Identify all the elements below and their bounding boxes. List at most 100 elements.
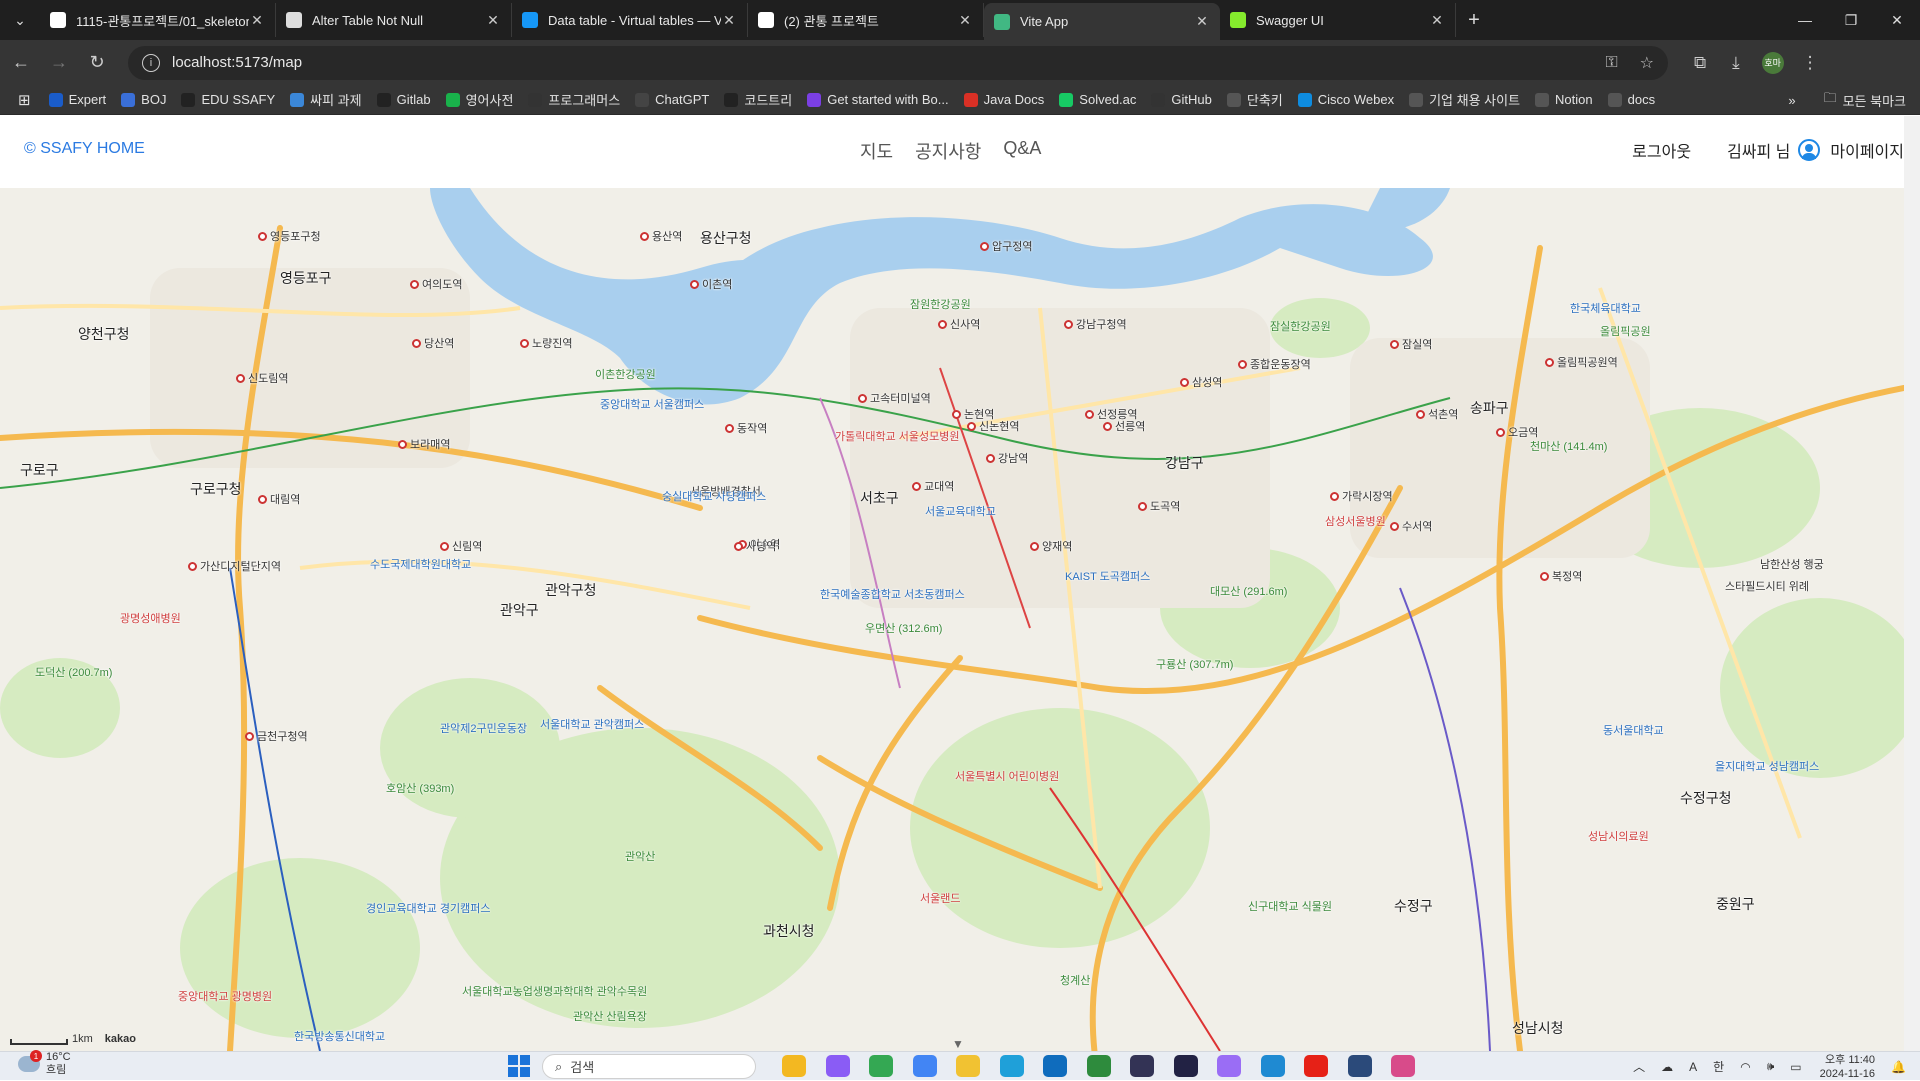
map-place-label[interactable]: 중원구	[1716, 894, 1755, 914]
map-place-label[interactable]: 성남시의료원	[1588, 828, 1649, 844]
forward-button[interactable]: →	[42, 46, 76, 80]
site-info-icon[interactable]: i	[142, 53, 160, 72]
tab-4[interactable]: (2) 관통 프로젝트 ✕	[748, 3, 984, 37]
map-station-label[interactable]: 석촌역	[1416, 406, 1458, 422]
map-place-label[interactable]: 강남구	[1165, 453, 1204, 473]
map-place-label[interactable]: 양천구청	[78, 324, 130, 344]
bookmark-4[interactable]: 싸피 과제	[290, 90, 362, 109]
wifi-icon[interactable]: ◠	[1740, 1060, 1750, 1074]
bookmark-14[interactable]: 단축키	[1226, 90, 1283, 109]
map-place-label[interactable]: 수정구청	[1680, 788, 1732, 808]
map-place-label[interactable]: 남한산성 행궁	[1760, 556, 1824, 572]
map-place-label[interactable]: KAIST 도곡캠퍼스	[1065, 568, 1150, 584]
close-tab-icon[interactable]: ✕	[249, 12, 265, 29]
mypage-link[interactable]: 마이페이지	[1830, 138, 1904, 162]
map-station-label[interactable]: 교대역	[912, 478, 954, 494]
map-place-label[interactable]: 용산구청	[700, 228, 752, 248]
map-station-label[interactable]: 동작역	[725, 420, 767, 436]
map-place-label[interactable]: 경인교육대학교 경기캠퍼스	[366, 900, 491, 916]
map-place-label[interactable]: 서울랜드	[920, 890, 960, 906]
battery-icon[interactable]: ▭	[1790, 1060, 1801, 1074]
tab-1[interactable]: 1115-관통프로젝트/01_skeleton ✕	[40, 3, 276, 37]
map-station-label[interactable]: 노량진역	[520, 335, 572, 351]
close-tab-icon[interactable]: ✕	[1429, 12, 1445, 29]
new-tab-button[interactable]: +	[1456, 3, 1492, 37]
bookmark-3[interactable]: EDU SSAFY	[181, 92, 275, 107]
snipping-tool-icon[interactable]	[1391, 1055, 1415, 1077]
map-place-label[interactable]: 서울대학교 관악캠퍼스	[540, 716, 644, 732]
map-place-label[interactable]: 구룡산 (307.7m)	[1156, 656, 1233, 672]
bookmark-13[interactable]: GitHub	[1151, 92, 1212, 107]
chrome-icon[interactable]	[869, 1055, 893, 1077]
brand-home-link[interactable]: © SSAFY HOME	[24, 140, 145, 158]
map-station-label[interactable]: 양재역	[1030, 538, 1072, 554]
map-place-label[interactable]: 을지대학교 성남캠퍼스	[1715, 758, 1819, 774]
url-text[interactable]: localhost:5173/map	[172, 54, 1583, 71]
map-place-label[interactable]: 서울특별시 어린이병원	[955, 768, 1059, 784]
bookmark-16[interactable]: 기업 채용 사이트	[1409, 90, 1520, 109]
folder-icon[interactable]	[956, 1055, 980, 1077]
map-place-label[interactable]: 관악구청	[545, 580, 597, 600]
map-place-label[interactable]: 스타필드시티 위례	[1725, 578, 1809, 594]
bookmark-18[interactable]: docs	[1607, 92, 1655, 107]
onedrive-icon[interactable]: ☁	[1661, 1060, 1673, 1074]
bookmark-2[interactable]: BOJ	[121, 92, 166, 107]
youtube-icon[interactable]	[1304, 1055, 1328, 1077]
map-place-label[interactable]: 수도국제대학원대학교	[370, 556, 471, 572]
tab-5[interactable]: Vite App ✕	[984, 3, 1220, 40]
menu-kebab-icon[interactable]: ⋮	[1802, 53, 1819, 73]
all-bookmarks-button[interactable]: 모든 북마크	[1843, 91, 1906, 110]
weather-widget[interactable]: 1 16°C 흐림	[18, 1050, 71, 1077]
back-button[interactable]: ←	[4, 46, 38, 80]
password-key-icon[interactable]: ⚿	[1605, 54, 1617, 72]
nav-map[interactable]: 지도	[860, 138, 893, 164]
close-tab-icon[interactable]: ✕	[1194, 13, 1210, 30]
minimize-button[interactable]: —	[1782, 0, 1828, 40]
outlook-icon[interactable]	[1043, 1055, 1067, 1077]
map-station-label[interactable]: 영등포구청	[258, 228, 321, 244]
tab-3[interactable]: Data table - Virtual tables — V ✕	[512, 3, 748, 37]
map-station-label[interactable]: 가산디지털단지역	[188, 558, 281, 574]
nav-qna[interactable]: Q&A	[1003, 138, 1041, 164]
close-window-button[interactable]: ✕	[1874, 0, 1920, 40]
map-place-label[interactable]: 청계산	[1060, 972, 1090, 988]
map-place-label[interactable]: 중앙대학교 광명병원	[178, 988, 272, 1004]
close-tab-icon[interactable]: ✕	[721, 12, 737, 29]
map-station-label[interactable]: 신도림역	[236, 370, 288, 386]
map-station-label[interactable]: 강남구청역	[1064, 316, 1127, 332]
map-place-label[interactable]: 한국방송통신대학교	[294, 1028, 385, 1044]
map-place-label[interactable]: 광명성애병원	[120, 610, 181, 626]
map-station-label[interactable]: 선릉역	[1103, 418, 1145, 434]
map-station-label[interactable]: 신사역	[938, 316, 980, 332]
bookmark-6[interactable]: 영어사전	[445, 90, 513, 109]
bookmark-17[interactable]: Notion	[1535, 92, 1593, 107]
map-place-label[interactable]: 도덕산 (200.7m)	[35, 664, 112, 680]
map-place-label[interactable]: 구로구	[20, 460, 59, 480]
taskbar-clock[interactable]: 오후 11:40 2024-11-16	[1820, 1053, 1875, 1081]
bookmark-7[interactable]: 프로그래머스	[528, 90, 620, 109]
map-place-label[interactable]: 관악제2구민운동장	[440, 720, 527, 736]
edge-icon[interactable]	[999, 1055, 1024, 1077]
map-place-label[interactable]: 송파구	[1470, 398, 1509, 418]
reload-button[interactable]: ↻	[80, 46, 114, 80]
map-place-label[interactable]: 구로구청	[190, 479, 242, 499]
map-station-label[interactable]: 보라매역	[398, 436, 450, 452]
extensions-icon[interactable]: ⧉	[1694, 53, 1706, 73]
map-station-label[interactable]: 사당역	[734, 538, 776, 554]
bookmarks-chevron-icon[interactable]: »	[1788, 93, 1795, 108]
restore-button[interactable]: ❐	[1828, 0, 1874, 40]
map-place-label[interactable]: 숭실대학교 사당캠퍼스	[662, 488, 766, 504]
vscode-icon[interactable]	[1260, 1055, 1285, 1077]
map-station-label[interactable]: 압구정역	[980, 238, 1032, 254]
map-place-label[interactable]: 한국예술종합학교 서초동캠퍼스	[820, 586, 965, 602]
bookmark-15[interactable]: Cisco Webex	[1297, 92, 1394, 107]
tab-search-button[interactable]: ⌄	[0, 0, 40, 40]
map-place-label[interactable]: 수정구	[1394, 896, 1433, 916]
map-station-label[interactable]: 여의도역	[410, 276, 462, 292]
map-place-label[interactable]: 성남시청	[1512, 1018, 1564, 1038]
bookmark-1[interactable]: Expert	[48, 92, 106, 107]
page-scrollbar[interactable]	[1904, 116, 1920, 1051]
apps-grid-icon[interactable]: ⊞	[18, 91, 31, 109]
bookmark-12[interactable]: Solved.ac	[1059, 92, 1136, 107]
map-place-label[interactable]: 신구대학교 식물원	[1248, 898, 1332, 914]
